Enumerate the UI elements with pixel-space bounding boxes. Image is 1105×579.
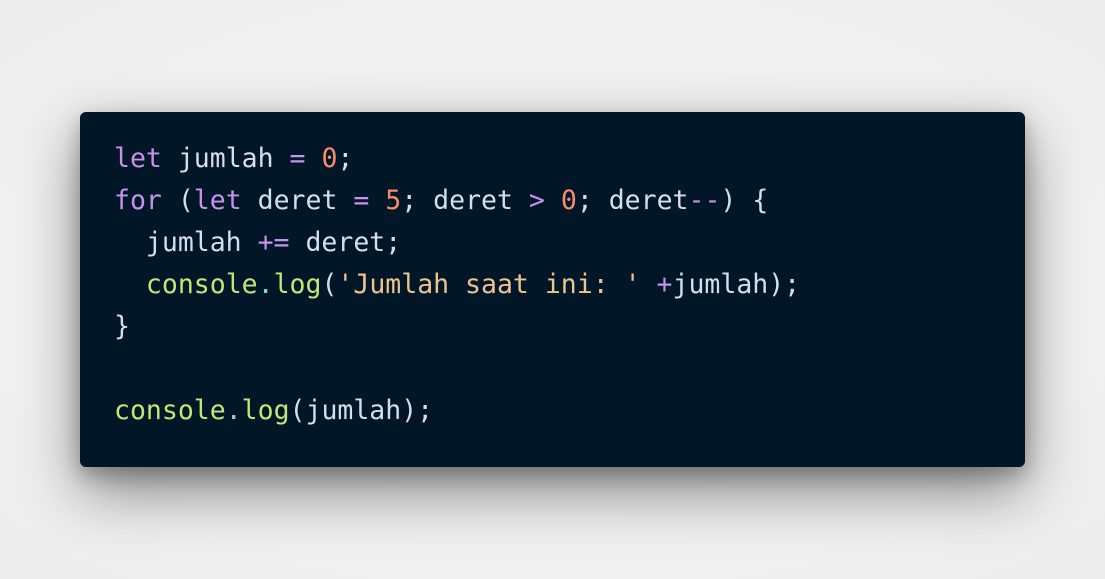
code-token: > (528, 185, 545, 216)
code-line: console.log(jumlah); (114, 390, 800, 432)
code-token: 0 (321, 143, 338, 174)
code-token: 0 (560, 185, 577, 216)
code-token: ; deret (401, 185, 529, 216)
code-token: jumlah (161, 143, 290, 174)
code-line: jumlah += deret; (114, 222, 800, 264)
code-token: deret (241, 185, 354, 216)
code-line: for (let deret = 5; deret > 0; deret--) … (114, 180, 800, 222)
code-token: deret; (289, 227, 402, 258)
code-token: jumlah (114, 227, 258, 258)
code-token: -- (688, 185, 721, 216)
code-token: += (257, 227, 290, 258)
canvas-background: let jumlah = 0; for (let deret = 5; deret… (0, 0, 1105, 579)
code-token: . (257, 269, 274, 300)
code-snippet-window: let jumlah = 0; for (let deret = 5; deret… (80, 112, 1025, 467)
code-token: ( (161, 185, 194, 216)
code-token: let (193, 185, 242, 216)
code-token: console (145, 269, 258, 300)
code-token: (jumlah); (289, 395, 434, 426)
code-token: 5 (385, 185, 402, 216)
code-token: for (114, 185, 162, 216)
code-token: . (225, 395, 242, 426)
code-token: console (114, 395, 226, 426)
code-token: ; deret (576, 185, 689, 216)
code-line: console.log('Jumlah saat ini: ' +jumlah)… (114, 264, 800, 306)
code-token: let (114, 143, 162, 174)
code-line: } (114, 306, 800, 348)
code-token: ( (321, 269, 338, 300)
code-token: } (114, 311, 130, 342)
code-token: = (289, 143, 306, 174)
code-token: + (656, 269, 673, 300)
code-token: log (241, 395, 290, 426)
code-token: ; (337, 143, 354, 174)
code-token: ) { (720, 185, 769, 216)
code-token: log (273, 269, 322, 300)
code-token: jumlah); (672, 269, 801, 300)
code-token: 'Jumlah saat ini: ' (337, 269, 641, 300)
code-line: let jumlah = 0; (114, 138, 800, 180)
code-token: = (353, 185, 370, 216)
code-block: let jumlah = 0; for (let deret = 5; deret… (114, 138, 800, 432)
